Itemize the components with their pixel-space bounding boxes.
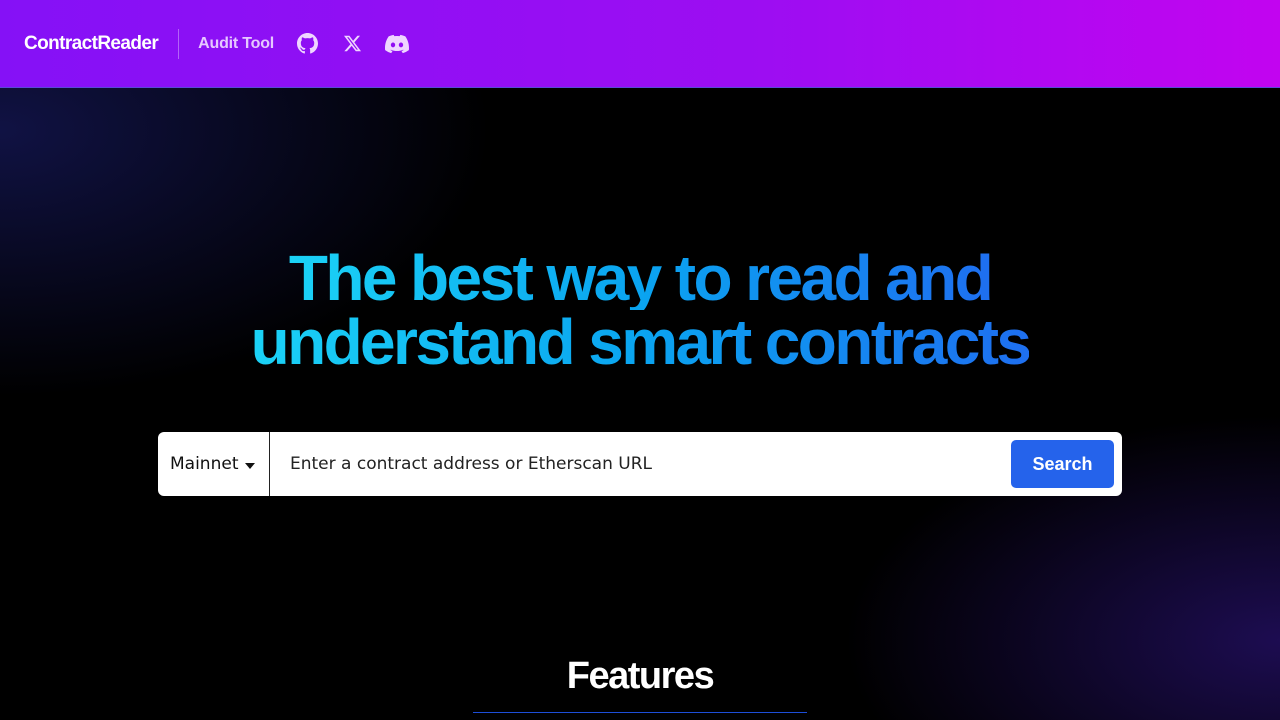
contract-address-input[interactable]: [270, 432, 1011, 496]
contract-search-bar: Mainnet Search: [158, 432, 1122, 496]
search-button[interactable]: Search: [1011, 440, 1114, 488]
network-select[interactable]: Mainnet: [158, 432, 270, 496]
brand-logo[interactable]: ContractReader: [24, 33, 159, 55]
features-heading: Features: [566, 655, 715, 697]
caret-down-icon: [245, 462, 256, 469]
features-divider: [473, 712, 807, 713]
nav-divider: [178, 28, 180, 59]
hero-title-line-2: understand smart contracts: [250, 306, 1032, 378]
network-select-value: Mainnet: [170, 454, 239, 474]
audit-tool-link[interactable]: Audit Tool: [198, 35, 274, 53]
top-navbar: ContractReader Audit Tool: [0, 0, 1280, 88]
hero-title: The best way to read and understand smar…: [0, 246, 1280, 374]
discord-icon[interactable]: [385, 32, 410, 56]
github-icon[interactable]: [295, 32, 319, 56]
hero-title-line-1: The best way to read and: [288, 242, 994, 314]
x-icon[interactable]: [340, 32, 364, 56]
